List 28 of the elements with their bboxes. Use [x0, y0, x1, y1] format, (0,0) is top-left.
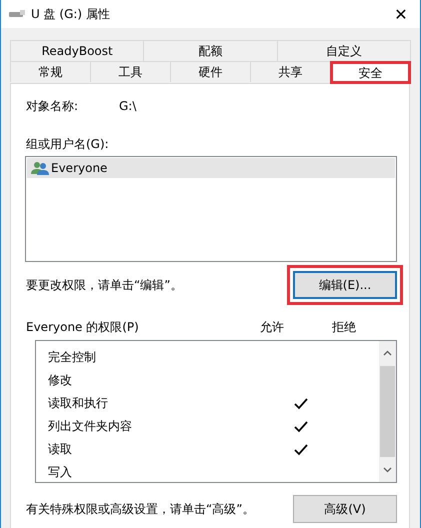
column-header: 允许	[260, 318, 285, 336]
close-button[interactable]: ✕	[386, 0, 416, 28]
user-list[interactable]: Everyone	[25, 156, 397, 262]
object-name-value: G:\	[119, 99, 136, 113]
advanced-button[interactable]: 高级(V)	[293, 495, 397, 523]
window-title: U 盘 (G:) 属性	[31, 6, 111, 22]
usb-drive-icon	[9, 10, 25, 18]
tab[interactable]: ReadyBoost	[10, 40, 144, 61]
field-label: 组或用户名(G):	[26, 136, 109, 152]
hint-text: 有关特殊权限或高级设置，请单击“高级”。	[26, 500, 254, 518]
column-header: 拒绝	[332, 318, 356, 336]
permissions-label: Everyone 的权限(P)	[26, 318, 140, 336]
edit-button[interactable]: 编辑(E)...	[293, 271, 397, 299]
permission-name: 列出文件夹内容	[48, 418, 133, 435]
permission-name: 读取和执行	[48, 395, 109, 412]
tab[interactable]: 自定义	[276, 40, 411, 61]
scrollbar-thumb[interactable]	[380, 366, 395, 458]
hint-text: 要更改权限，请单击“编辑”。	[26, 276, 182, 294]
permission-name: 读取	[48, 441, 73, 458]
permission-name: 完全控制	[48, 349, 97, 366]
permission-name: 写入	[48, 464, 73, 481]
permission-name: 修改	[48, 372, 73, 389]
field-label: 对象名称:	[26, 98, 80, 114]
tab[interactable]: 安全	[330, 61, 411, 84]
users-icon	[31, 161, 49, 175]
tab[interactable]: 常规	[10, 61, 91, 82]
user-list-item[interactable]: Everyone	[27, 158, 395, 178]
scrollbar[interactable]	[379, 341, 396, 482]
